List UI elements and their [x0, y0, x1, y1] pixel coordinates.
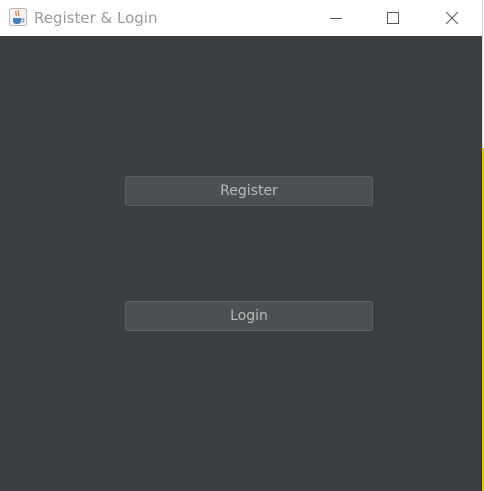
maximize-icon	[387, 9, 399, 28]
minimize-icon	[330, 9, 342, 28]
close-button[interactable]	[429, 0, 475, 36]
content-panel: Register Login	[0, 36, 482, 491]
window-title: Register & Login	[34, 9, 158, 27]
minimize-button[interactable]	[313, 0, 359, 36]
maximize-button[interactable]	[370, 0, 416, 36]
close-icon	[445, 9, 459, 28]
java-cup-icon	[9, 8, 27, 26]
register-button[interactable]: Register	[125, 176, 373, 206]
app-window: Register & Login Register Login	[0, 0, 483, 491]
login-button[interactable]: Login	[125, 301, 373, 331]
title-bar[interactable]: Register & Login	[0, 0, 482, 36]
